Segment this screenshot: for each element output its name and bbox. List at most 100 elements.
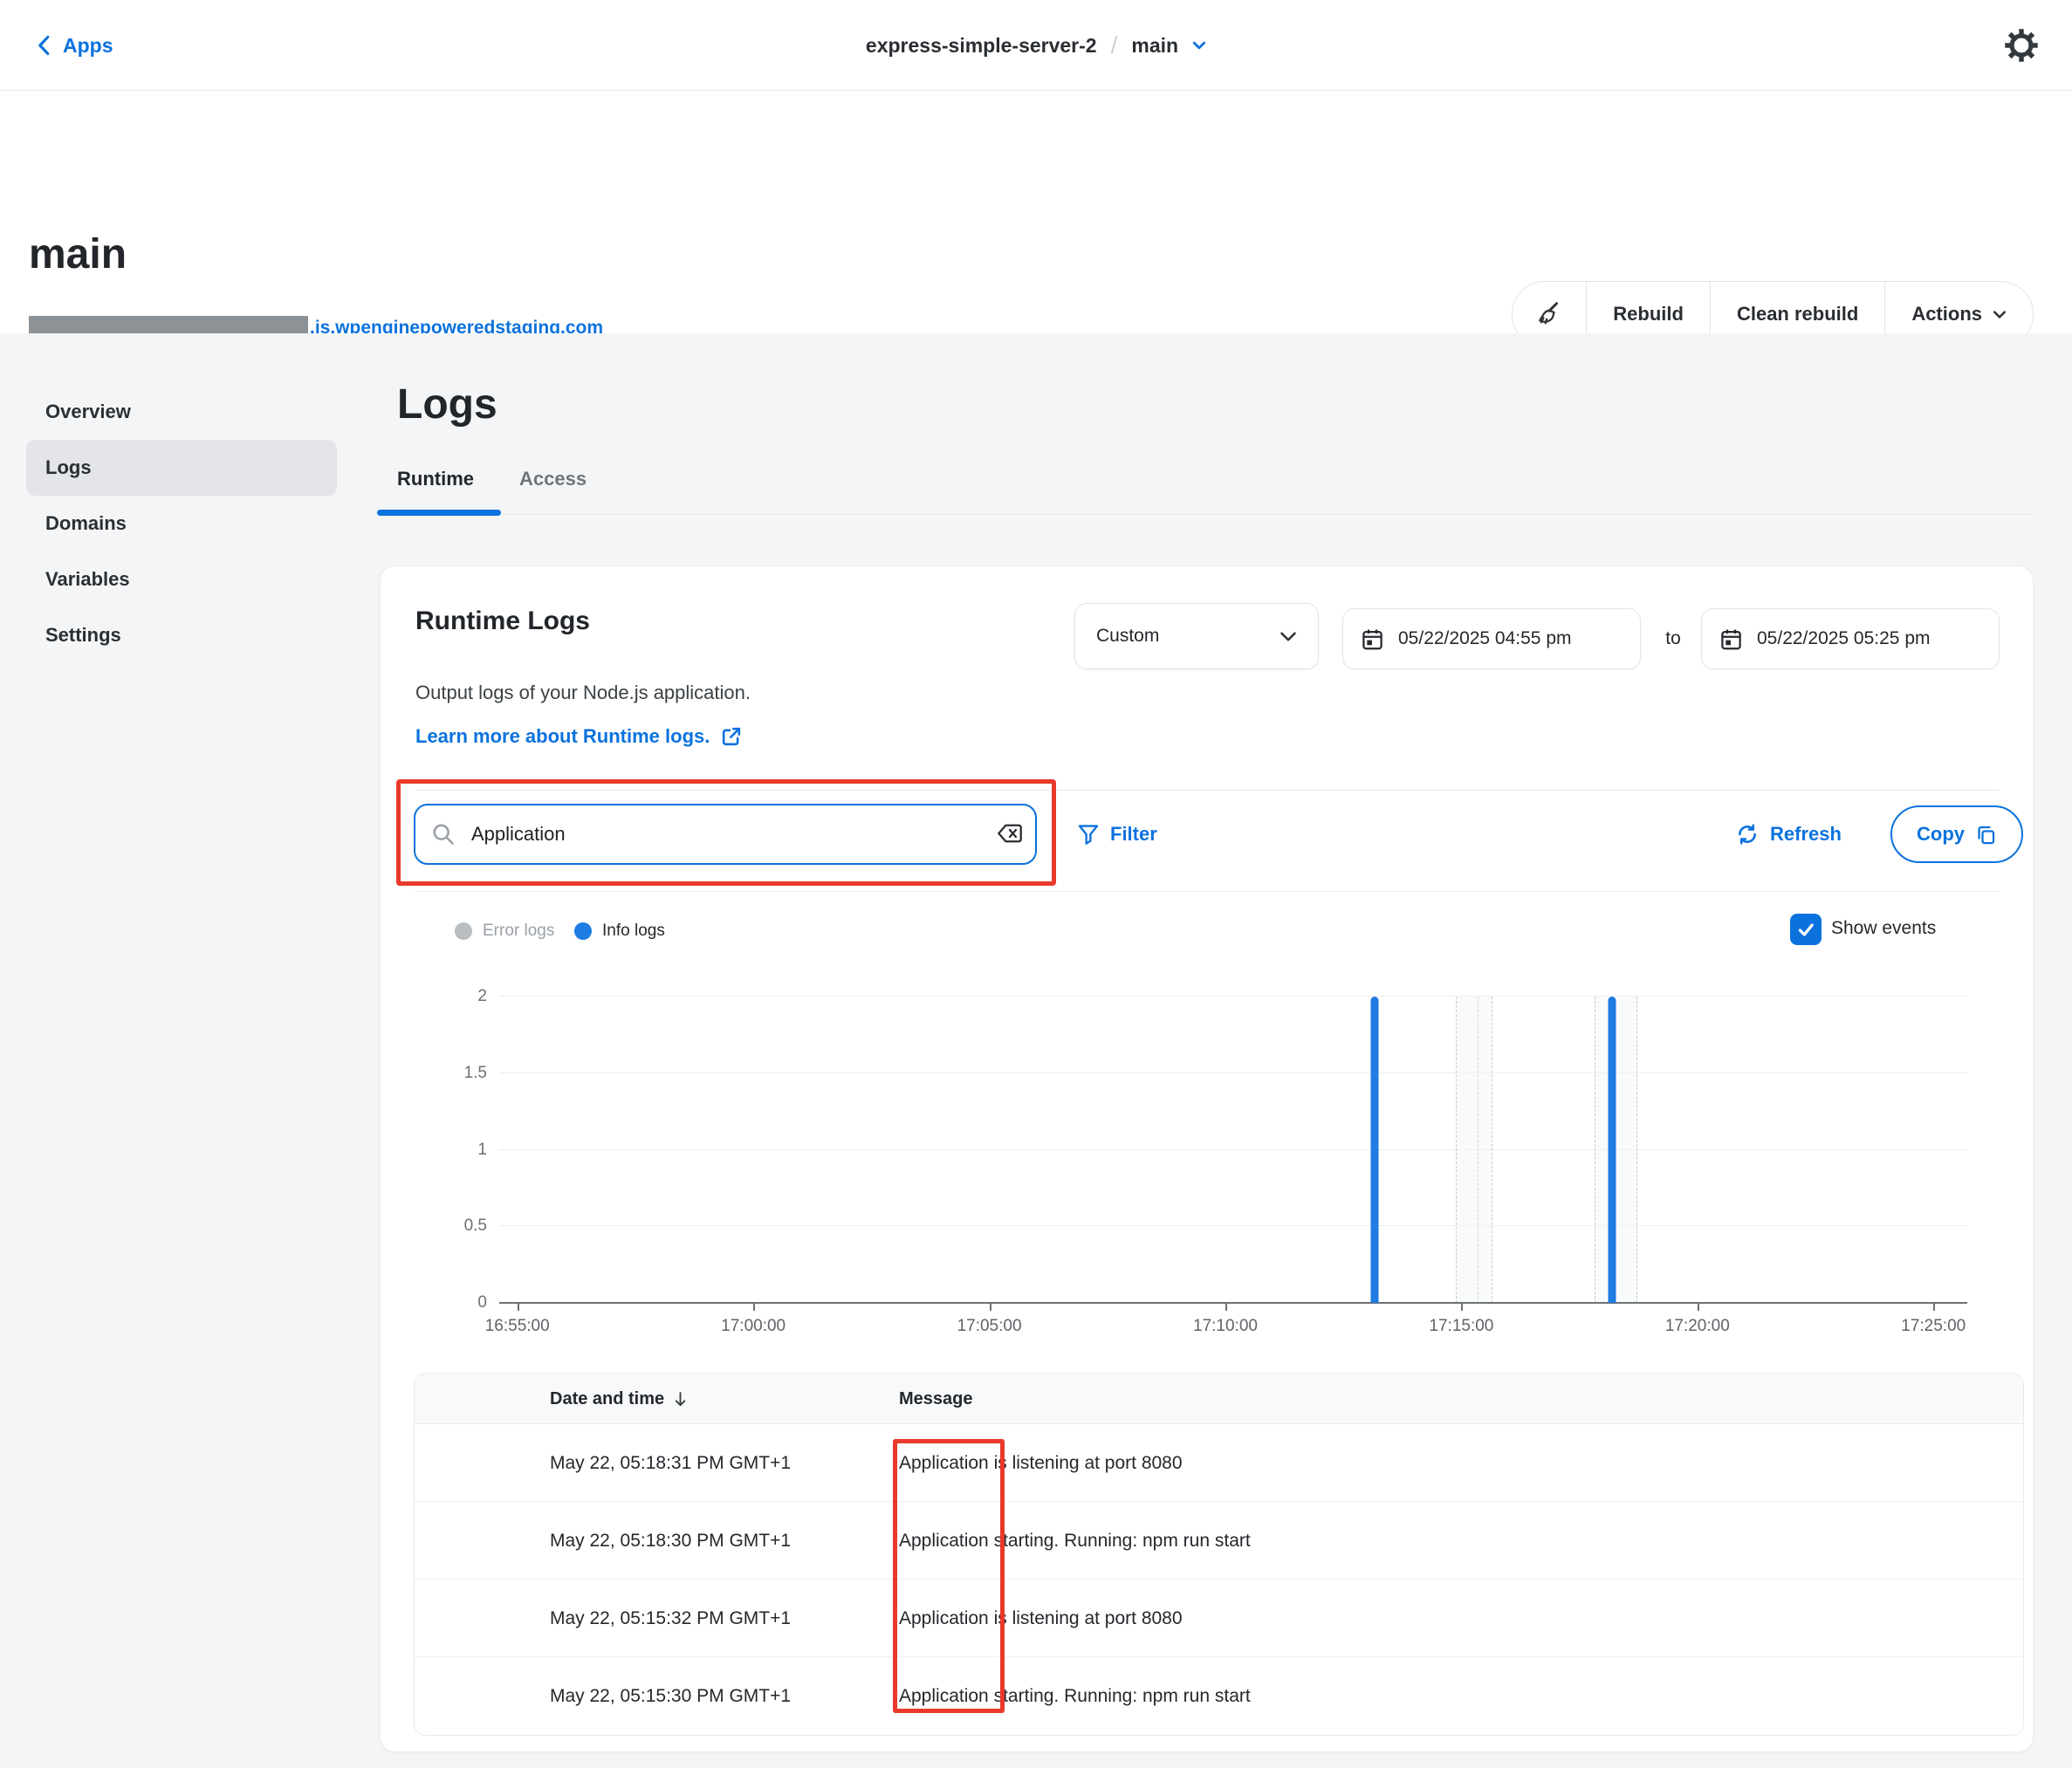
divider	[415, 790, 2000, 791]
error-logs-dot	[455, 922, 472, 940]
sidebar-item-overview[interactable]: Overview	[26, 384, 337, 440]
gridline	[499, 1149, 1967, 1150]
refresh-button[interactable]: Refresh	[1735, 804, 1842, 865]
clean-rebuild-label: Clean rebuild	[1737, 303, 1858, 326]
info-logs-dot	[574, 922, 592, 940]
gridline	[499, 1072, 1967, 1073]
legend-error-logs[interactable]: Error logs	[483, 922, 554, 941]
event-line	[1478, 997, 1479, 1303]
y-tick-label: 1.5	[464, 1064, 487, 1083]
event-band	[1456, 997, 1492, 1303]
gridline	[499, 1225, 1967, 1226]
log-table-header: Date and time Message	[415, 1374, 2023, 1424]
filter-label: Filter	[1110, 823, 1157, 846]
date-to-field[interactable]: 05/22/2025 05:25 pm	[1701, 608, 2000, 669]
table-row: May 22, 05:18:31 PM GMT+1 Application is…	[415, 1424, 2023, 1502]
learn-more-link[interactable]: Learn more about Runtime logs.	[415, 725, 743, 748]
chart-x-axis-line	[499, 1302, 1967, 1304]
chart-bar	[1371, 997, 1379, 1303]
actions-label: Actions	[1911, 303, 1982, 326]
chart-bar	[1609, 997, 1616, 1303]
chevron-left-icon	[35, 35, 52, 56]
sidebar-item-domains[interactable]: Domains	[26, 496, 337, 552]
x-tick-label: 17:15:00	[1429, 1317, 1493, 1336]
calendar-icon	[1719, 627, 1743, 651]
search-field-wrap	[414, 804, 1037, 865]
table-row: May 22, 05:15:30 PM GMT+1 Application st…	[415, 1657, 2023, 1735]
row-message: Application starting. Running: npm run s…	[899, 1502, 1251, 1580]
card-title: Runtime Logs	[415, 606, 590, 636]
chevron-down-icon[interactable]	[1192, 40, 1206, 51]
search-input[interactable]	[414, 804, 1037, 865]
copy-button[interactable]: Copy	[1890, 805, 2023, 863]
x-tick-label: 17:25:00	[1901, 1317, 1966, 1336]
table-row: May 22, 05:15:32 PM GMT+1 Application is…	[415, 1580, 2023, 1657]
message-header-label: Message	[899, 1389, 973, 1409]
tab-runtime[interactable]: Runtime	[397, 468, 474, 513]
chart-plot: 16:55:0017:00:0017:05:0017:10:0017:15:00…	[499, 997, 1967, 1303]
tab-access[interactable]: Access	[519, 468, 587, 513]
sidebar-item-logs[interactable]: Logs	[26, 440, 337, 496]
page-title: main	[29, 230, 127, 278]
breadcrumb: express-simple-server-2 / main	[866, 0, 1206, 91]
log-volume-chart: 00.511.52 16:55:0017:00:0017:05:0017:10:…	[381, 968, 2034, 1352]
x-tick	[1698, 1304, 1699, 1311]
sidebar-item-variables[interactable]: Variables	[26, 552, 337, 607]
gear-icon[interactable]	[2004, 28, 2039, 63]
back-label: Apps	[63, 34, 113, 58]
row-message: Application starting. Running: npm run s…	[899, 1657, 1251, 1735]
section-title: Logs	[397, 380, 497, 428]
row-message: Application is listening at port 8080	[899, 1424, 1183, 1502]
to-label: to	[1650, 608, 1696, 669]
show-events-checkbox[interactable]	[1790, 914, 1822, 945]
runtime-logs-card: Runtime Logs Output logs of your Node.js…	[380, 565, 2034, 1752]
sidebar-nav: Overview Logs Domains Variables Settings	[26, 384, 337, 663]
learn-more-label: Learn more about Runtime logs.	[415, 725, 710, 748]
column-header-datetime[interactable]: Date and time	[550, 1374, 688, 1424]
x-tick-label: 17:10:00	[1193, 1317, 1258, 1336]
x-tick	[1933, 1304, 1935, 1311]
external-link-icon	[720, 725, 743, 748]
page: Apps express-simple-server-2 / main	[0, 0, 2072, 1768]
broom-icon	[1535, 300, 1563, 328]
column-header-message: Message	[899, 1374, 973, 1424]
clear-search-icon[interactable]	[997, 822, 1023, 845]
row-datetime: May 22, 05:18:31 PM GMT+1	[550, 1424, 791, 1502]
breadcrumb-app-name[interactable]: express-simple-server-2	[866, 34, 1097, 58]
date-to-value: 05/22/2025 05:25 pm	[1757, 628, 1931, 649]
y-tick-label: 0.5	[464, 1216, 487, 1236]
y-tick-label: 0	[477, 1293, 487, 1312]
breadcrumb-env-name[interactable]: main	[1131, 34, 1178, 58]
sort-down-icon	[673, 1391, 688, 1408]
search-icon	[431, 822, 456, 846]
date-from-field[interactable]: 05/22/2025 04:55 pm	[1342, 608, 1641, 669]
breadcrumb-separator: /	[1111, 31, 1118, 59]
time-range-select[interactable]: Custom	[1074, 603, 1319, 669]
date-from-value: 05/22/2025 04:55 pm	[1398, 628, 1572, 649]
show-events-label: Show events	[1831, 918, 1936, 939]
card-description: Output logs of your Node.js application.	[415, 682, 751, 704]
sidebar-item-settings[interactable]: Settings	[26, 607, 337, 663]
legend-info-logs[interactable]: Info logs	[602, 922, 665, 941]
filter-button[interactable]: Filter	[1077, 804, 1157, 865]
log-table: Date and time Message May 22, 05:18:31 P…	[414, 1373, 2024, 1736]
x-tick-label: 17:00:00	[721, 1317, 786, 1336]
x-tick	[753, 1304, 755, 1311]
x-tick-label: 17:20:00	[1665, 1317, 1730, 1336]
top-nav: Apps express-simple-server-2 / main	[0, 0, 2072, 91]
x-tick	[518, 1304, 519, 1311]
y-tick-label: 1	[477, 1141, 487, 1160]
refresh-icon	[1735, 822, 1760, 846]
row-datetime: May 22, 05:18:30 PM GMT+1	[550, 1502, 791, 1580]
copy-label: Copy	[1917, 823, 1965, 846]
check-icon	[1795, 919, 1816, 940]
x-tick-label: 17:05:00	[957, 1317, 1022, 1336]
funnel-icon	[1077, 823, 1100, 846]
gridline	[499, 996, 1967, 997]
x-tick	[990, 1304, 991, 1311]
chart-y-axis-labels: 00.511.52	[415, 997, 487, 1303]
copy-icon	[1975, 824, 1997, 846]
logs-tabs: Runtime Access	[397, 468, 587, 513]
back-to-apps-link[interactable]: Apps	[35, 0, 113, 91]
tabs-divider	[380, 514, 2034, 515]
